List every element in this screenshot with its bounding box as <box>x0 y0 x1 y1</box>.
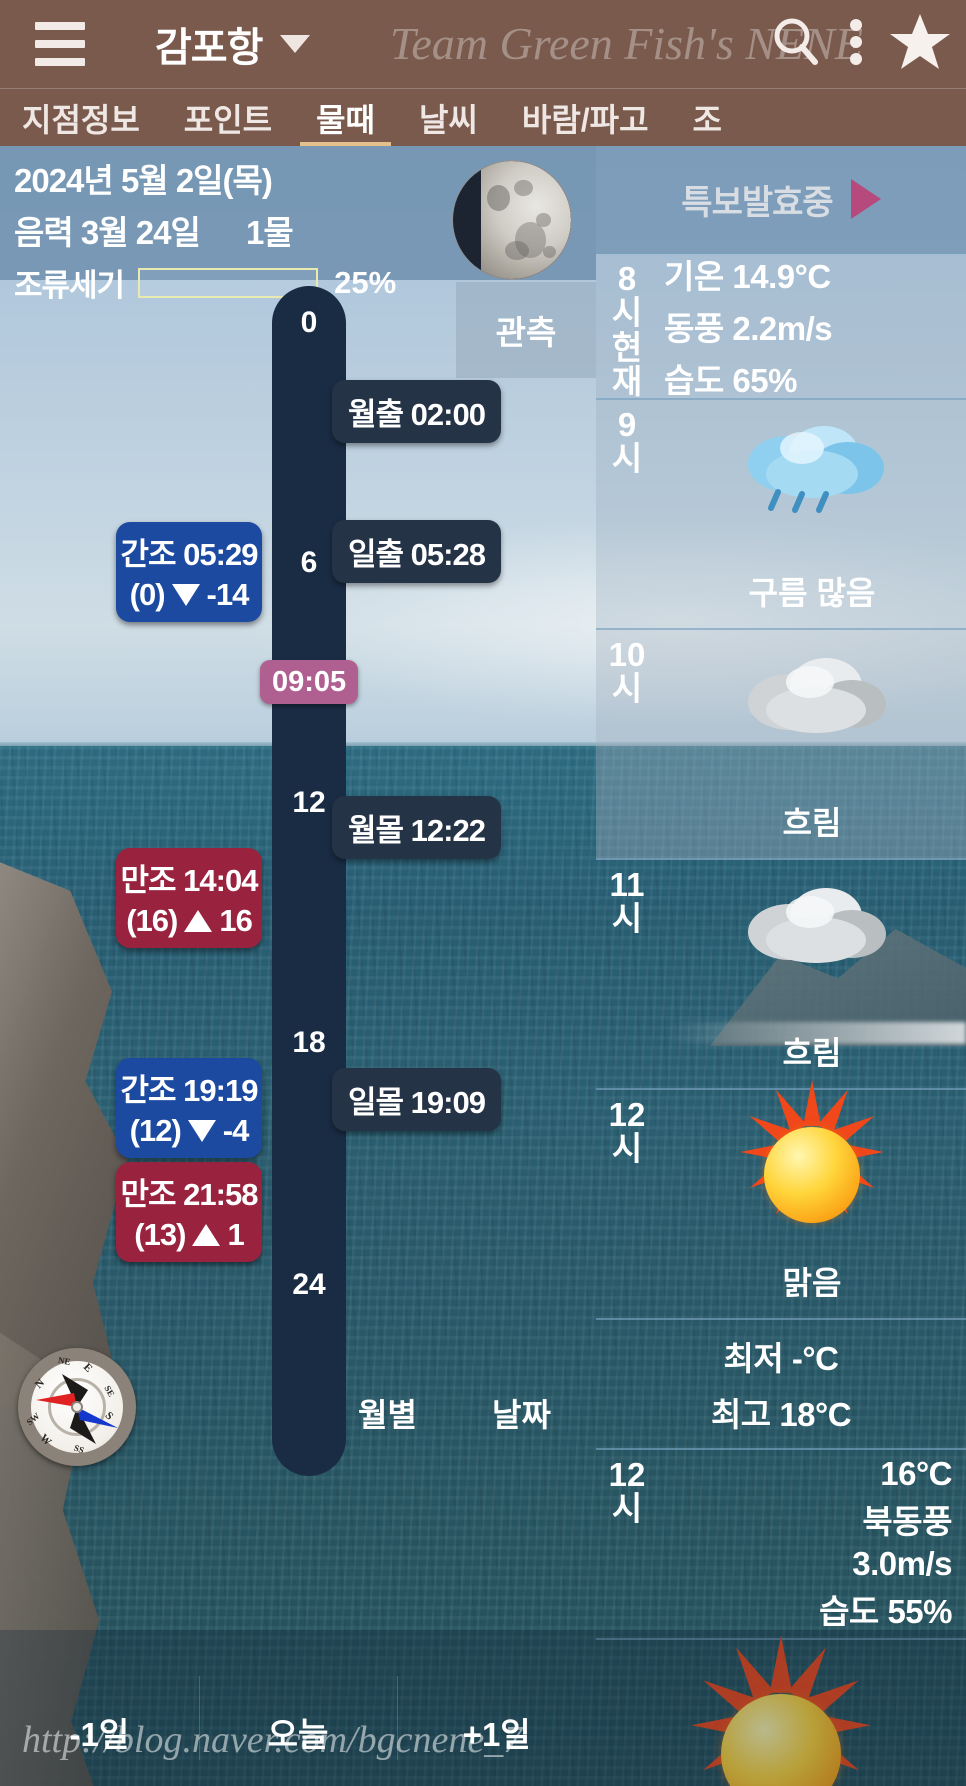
tide-label-detail: (13) 1 <box>116 1217 262 1253</box>
tide-label-time: 간조 05:29 <box>120 537 259 572</box>
top-bar-actions <box>768 0 952 88</box>
tide-index: (0) <box>129 577 166 612</box>
timeline-hour-0: 0 <box>300 306 318 339</box>
sun-disc <box>764 1127 860 1223</box>
tide-high-1404[interactable]: 만조 14:04 (16) 16 <box>116 848 262 948</box>
detail-wind-dir: 북동풍 <box>862 1503 952 1540</box>
timeline-hour-24: 24 <box>292 1268 326 1301</box>
warning-label: 특보발효중 <box>681 183 833 222</box>
arrow-up-icon <box>192 1224 221 1246</box>
tab-조[interactable]: 조 <box>671 89 744 146</box>
mul-label: 1물 <box>246 214 294 251</box>
hour-10-condition: 흐림 <box>782 805 842 841</box>
tide-value: 16 <box>219 903 252 938</box>
detail-humidity: 습도 55% <box>819 1593 952 1630</box>
temp-min: 최저 -°C <box>723 1340 839 1377</box>
tide-index: (16) <box>126 903 178 938</box>
weather-warning-banner[interactable]: 특보발효중 <box>596 146 966 254</box>
tide-index: (13) <box>134 1217 186 1252</box>
app-root: 감포항 Team Green Fish's NENE 지점정보 포인트 물때 날… <box>0 0 966 1786</box>
arrow-up-icon <box>184 910 213 932</box>
date-info-header: 2024년 5월 2일(목) 음력 3월 24일 1물 조류세기 25% <box>0 146 596 303</box>
weather-hour-9-row: 9 시 구름 많음 <box>596 400 966 630</box>
timeline-hour-18: 18 <box>292 1026 326 1059</box>
compass-icon: N S E W NE SW SE SS <box>18 1348 136 1466</box>
lunar-date-label: 음력 3월 24일 <box>14 214 201 251</box>
weather-sidebar: 특보발효중 8 시 현 재 기온 14.9°C 동풍 2.2m/s 습도 65%… <box>596 146 966 1786</box>
tide-value: 1 <box>227 1217 244 1252</box>
hour-9-condition: 구름 많음 <box>748 575 876 611</box>
by-date-button[interactable]: 날짜 <box>492 1390 551 1436</box>
tide-index: (12) <box>129 1113 182 1148</box>
current-weather-values: 기온 14.9°C 동풍 2.2m/s 습도 65% <box>658 254 966 399</box>
current-time-marker: 09:05 <box>260 660 359 704</box>
current-humidity: 습도 65% <box>664 362 797 399</box>
temp-max: 최고 18°C <box>710 1396 852 1433</box>
event-sunrise: 일출 05:28 <box>332 520 501 583</box>
weather-hour-12-row: 12 시 맑음 <box>596 1080 966 1320</box>
detail-hour-label: 12 시 <box>608 1456 646 1528</box>
tide-high-2158[interactable]: 만조 21:58 (13) 1 <box>116 1162 262 1262</box>
tide-low-1919[interactable]: 간조 19:19 (12) -4 <box>116 1058 262 1158</box>
tide-label-detail: (16) 16 <box>116 903 262 939</box>
detail-wind-speed: 3.0m/s <box>852 1545 952 1582</box>
weather-hour-11-row: 11 시 흐림 <box>596 860 966 1090</box>
arrow-down-icon <box>171 584 200 606</box>
tide-label-detail: (12) -4 <box>116 1113 262 1149</box>
event-moonrise: 월출 02:00 <box>332 380 501 443</box>
hour-12-condition: 맑음 <box>782 1265 842 1301</box>
tab-bar: 지점정보 포인트 물때 날씨 바람/파고 조 <box>0 88 966 146</box>
detail-temp: 16°C <box>880 1455 952 1492</box>
chevron-down-icon[interactable] <box>280 35 311 53</box>
weather-detail-row: 12 시 16°C 북동풍 3.0m/s 습도 55% <box>596 1450 966 1640</box>
tide-low-0529[interactable]: 간조 05:29 (0) -14 <box>116 522 262 622</box>
search-icon[interactable] <box>768 14 824 75</box>
hour-9-label: 9 시 <box>611 406 643 478</box>
sun-icon <box>737 1080 887 1250</box>
port-name-label[interactable]: 감포항 <box>155 15 263 73</box>
hour-11-condition: 흐림 <box>782 1035 842 1071</box>
event-sunset: 일몰 19:09 <box>332 1068 501 1131</box>
arrow-down-icon <box>187 1120 216 1142</box>
event-moonset: 월몰 12:22 <box>332 796 501 859</box>
current-wind: 동풍 2.2m/s <box>664 310 833 347</box>
star-icon[interactable] <box>888 12 952 77</box>
current-hour-label: 8 시 현 재 <box>611 260 643 400</box>
hour-10-label: 10 시 <box>608 636 646 708</box>
play-triangle-icon[interactable] <box>850 179 881 219</box>
observation-button[interactable]: 관측 <box>456 282 596 378</box>
tide-strength-label: 조류세기 <box>14 268 125 303</box>
cloudy-icon <box>732 640 892 748</box>
tab-지점정보[interactable]: 지점정보 <box>0 89 162 146</box>
waning-gibbous-moon-icon <box>452 160 572 280</box>
weather-hour-10-row: 10 시 흐림 <box>596 630 966 860</box>
top-app-bar: 감포항 Team Green Fish's NENE <box>0 0 966 88</box>
tide-strength-percent: 25% <box>334 264 397 300</box>
tab-물때[interactable]: 물때 <box>294 89 397 146</box>
tide-label-time: 만조 14:04 <box>120 863 259 898</box>
monthly-button[interactable]: 월별 <box>358 1390 417 1436</box>
more-vertical-icon[interactable] <box>846 14 866 75</box>
rain-cloud-icon <box>732 410 892 518</box>
bottom-watermark: http://blog.naver.com/bgcnene_7 <box>22 1719 523 1761</box>
hour-11-label: 11 시 <box>609 866 645 938</box>
hamburger-icon[interactable] <box>35 22 85 66</box>
tab-바람파고[interactable]: 바람/파고 <box>500 89 671 146</box>
tide-value: -14 <box>206 577 250 612</box>
cloudy-icon <box>732 870 892 978</box>
weather-current-row: 8 시 현 재 기온 14.9°C 동풍 2.2m/s 습도 65% <box>596 254 966 400</box>
tide-label-time: 간조 19:19 <box>120 1073 259 1108</box>
tab-포인트[interactable]: 포인트 <box>162 89 294 146</box>
tide-label-detail: (0) -14 <box>116 577 262 613</box>
tab-날씨[interactable]: 날씨 <box>397 89 500 146</box>
tide-label-time: 만조 21:58 <box>120 1177 259 1212</box>
weather-minmax-row: 최저 -°C 최고 18°C <box>596 1320 966 1450</box>
sun-ray <box>803 1080 821 1126</box>
tide-value: -4 <box>222 1113 250 1148</box>
hour-12-label: 12 시 <box>608 1096 646 1168</box>
current-temp: 기온 14.9°C <box>664 258 831 295</box>
